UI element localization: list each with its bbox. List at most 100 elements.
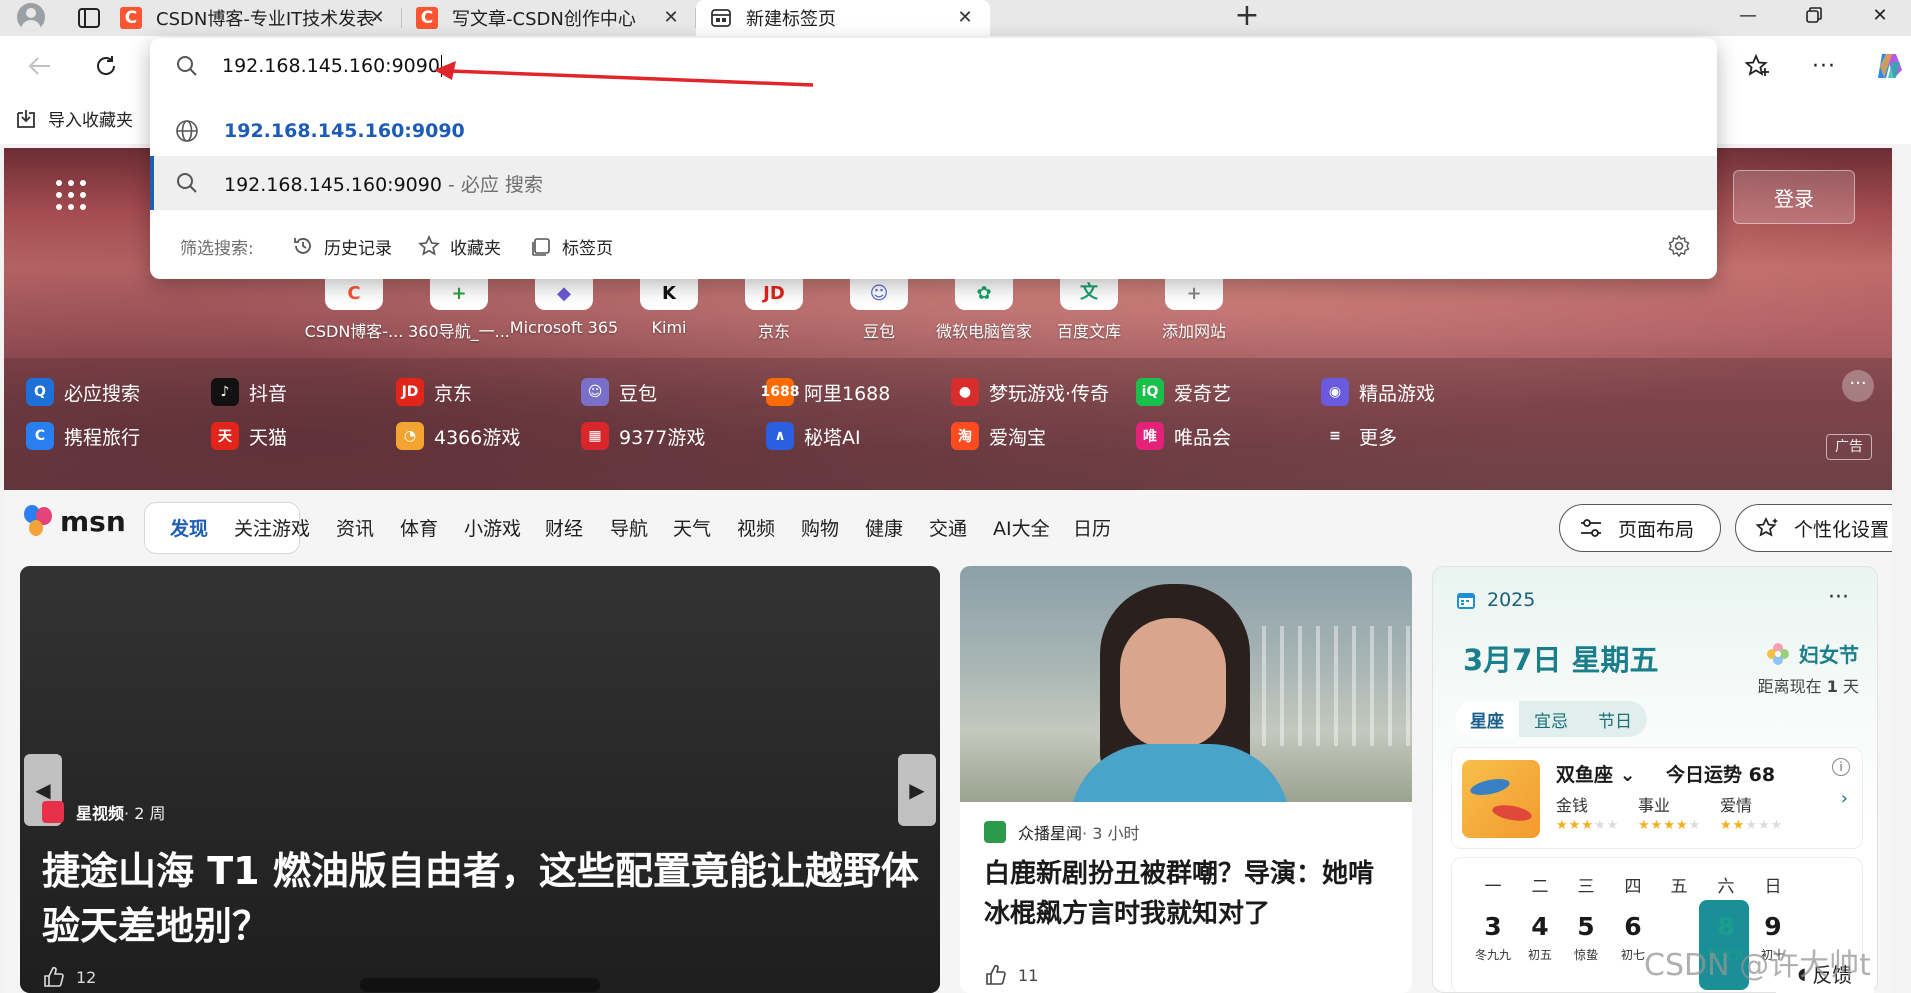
site-link[interactable]: JD 京东 [396,378,472,406]
current-date: 3月7日 星期五 [1463,643,1659,677]
lunar-label: 惊蛰 [1573,948,1598,962]
day-number[interactable]: 8 [1703,912,1749,941]
tab-csdn-blog[interactable]: C CSDN博客-专业IT技术发表平台 ✕ [106,0,402,36]
suggestion-bing-search[interactable]: 192.168.145.160:9090 - 必应 搜索 [150,156,1717,210]
nav-item[interactable]: 财经 [545,514,583,541]
reactions[interactable]: 12 [42,966,96,988]
day-number[interactable]: 3 [1470,912,1516,941]
sparkle-star-icon [1754,515,1780,541]
site-link-label: 京东 [434,382,473,405]
close-tab-icon[interactable]: ✕ [366,7,388,29]
nav-item[interactable]: 天气 [673,514,711,541]
address-bar-dropdown: 192.168.145.160:9090 192.168.145.160:909… [150,38,1717,279]
news-source: 星视频 · 2 周 [42,800,165,824]
chevron-right-icon[interactable]: › [1841,788,1848,809]
site-link[interactable]: ● 梦玩游戏·传奇 [951,378,1109,406]
nav-item[interactable]: 资讯 [336,514,374,541]
tab-following[interactable]: 关注 [234,514,272,541]
filter-favorites[interactable]: 收藏夹 [416,233,501,259]
news-card[interactable]: 众播星闻 · 3 小时 白鹿新剧扮丑被群嘲？导演：她啃冰棍飙方言时我就知对了 1… [960,566,1412,993]
holiday-name[interactable]: 妇女节 [1765,639,1859,668]
day-number[interactable]: 6 [1610,912,1656,941]
carousel-dots[interactable] [360,978,600,992]
site-link[interactable]: ◉ 精品游戏 [1321,378,1435,406]
nav-item[interactable]: 视频 [737,514,775,541]
site-link[interactable]: 天天猫 [211,422,287,450]
tab-csdn-write[interactable]: C 写文章-CSDN创作中心 ✕ [402,0,696,36]
globe-icon [174,118,200,144]
profile-avatar[interactable] [14,2,48,32]
more-options-icon[interactable]: ··· [1842,370,1874,402]
site-link[interactable]: ☺ 豆包 [581,378,657,406]
zodiac-sign[interactable]: 双鱼座 ⌄ [1556,760,1636,787]
favorites-star-icon[interactable] [1738,46,1778,86]
suggestion-url[interactable]: 192.168.145.160:9090 [150,106,1717,156]
site-link[interactable]: 1688 阿里1688 [761,378,890,406]
tab-discover[interactable]: 发现 [170,514,208,541]
headline[interactable]: 捷途山海 T1 燃油版自由者，这些配置竟能让越野体验天差地别？ [42,844,922,954]
site-link[interactable]: ♪ 抖音 [211,378,287,406]
nav-item[interactable]: 小游戏 [464,514,521,541]
nav-item[interactable]: 游戏 [272,514,310,541]
site-link[interactable]: ∧ 秘塔AI [766,422,861,450]
site-link[interactable]: 淘爱淘宝 [951,422,1046,450]
reactions[interactable]: 11 [984,964,1038,986]
info-icon[interactable]: i [1832,758,1850,776]
filter-history[interactable]: 历史记录 [290,233,392,259]
address-input-row[interactable]: 192.168.145.160:9090 [150,38,1717,94]
headline[interactable]: 白鹿新剧扮丑被群嘲？导演：她啃冰棍飙方言时我就知对了 [984,854,1394,934]
address-input[interactable]: 192.168.145.160:9090 [222,55,442,78]
segment-zodiac[interactable]: 星座 [1455,701,1519,737]
featured-news-card[interactable]: ◀ ▶ 星视频 · 2 周 捷途山海 T1 燃油版自由者，这些配置竟能让越野体验… [20,566,940,993]
horoscope-panel[interactable]: 双鱼座 ⌄ 今日运势 68 金钱 事业 爱情 ★★★★★ ★★★★★ ★★★★★… [1451,747,1863,849]
close-tab-icon[interactable]: ✕ [660,7,682,29]
tab-new-tab[interactable]: 新建标签页 ✕ [696,0,990,36]
more-options-icon[interactable]: ··· [1828,585,1849,610]
carousel-next-icon[interactable]: ▶ [898,754,936,826]
import-favorites-button[interactable]: 导入收藏夹 [14,106,133,131]
quick-link-label: Kimi [651,318,687,337]
gear-icon[interactable] [1665,232,1693,260]
day-number[interactable]: 5 [1563,912,1609,941]
site-link[interactable]: C 携程旅行 [26,422,140,450]
personalize-button[interactable]: 个性化设置 [1735,504,1892,552]
day-number[interactable]: 4 [1517,912,1563,941]
refresh-icon[interactable] [86,46,126,86]
weekday-label: 四 [1624,877,1642,897]
nav-item[interactable]: 体育 [400,514,438,541]
minimize-icon[interactable]: — [1718,0,1778,30]
close-tab-icon[interactable]: ✕ [954,7,976,29]
nav-item[interactable]: 健康 [865,514,903,541]
today-date[interactable]: 7 [1656,912,1702,941]
new-tab-button[interactable]: + [1230,1,1264,34]
site-link[interactable]: ▦ 9377游戏 [581,422,705,450]
nav-item[interactable]: 购物 [801,514,839,541]
copilot-icon[interactable] [1868,46,1908,86]
site-link[interactable]: iQ 爱奇艺 [1136,378,1231,406]
restore-icon[interactable] [1784,0,1844,30]
more-options-icon[interactable]: ··· [1804,46,1844,86]
back-arrow-icon[interactable] [20,46,60,86]
day-number[interactable]: 9 [1750,912,1796,941]
segment-almanac[interactable]: 宜忌 [1519,701,1583,737]
site-link[interactable]: Q 必应搜索 [26,378,140,406]
tab-actions-icon[interactable] [72,4,106,32]
news-photo [960,566,1412,802]
nav-item[interactable]: AI大全 [993,514,1050,541]
nav-item[interactable]: 交通 [929,514,967,541]
site-icon: ☺ [581,378,609,406]
site-link[interactable]: ◔ 4366游戏 [396,422,520,450]
page-layout-button[interactable]: 页面布局 [1559,504,1721,552]
site-link[interactable]: 唯唯品会 [1136,422,1231,450]
watermark: CSDN @许大帅t [1644,948,1871,983]
apps-launcher-icon[interactable] [56,180,86,210]
filter-tabs[interactable]: 标签页 [528,233,613,259]
site-link[interactable]: ≡ 更多 [1321,422,1397,450]
login-button[interactable]: 登录 [1733,170,1855,224]
close-window-icon[interactable]: ✕ [1850,0,1910,30]
msn-logo[interactable]: msn [22,504,126,538]
nav-item[interactable]: 日历 [1073,514,1111,541]
star-rating: ★★★★★ [1720,818,1784,833]
nav-item[interactable]: 导航 [610,514,648,541]
segment-holidays[interactable]: 节日 [1583,701,1647,737]
